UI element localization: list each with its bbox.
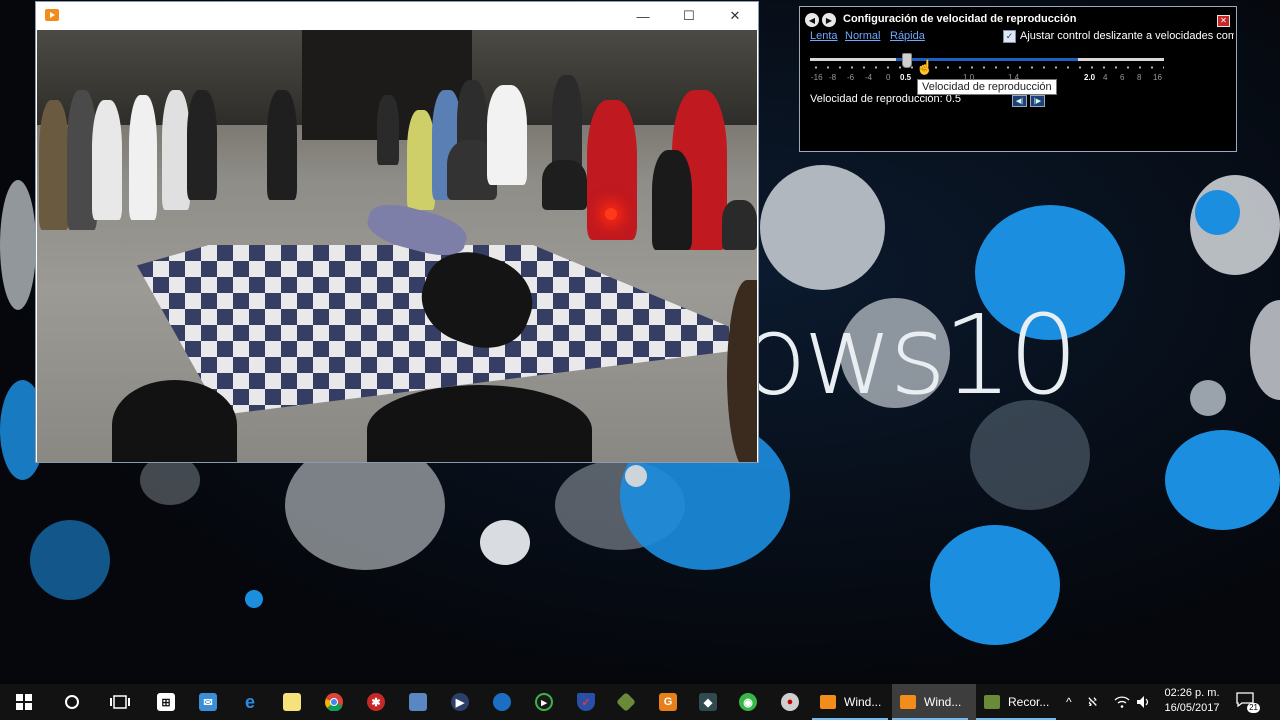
notification-count: 21 (1247, 703, 1260, 713)
system-clock[interactable]: 02:26 p. m. 16/05/2017 (1156, 686, 1228, 716)
recorder-icon (984, 695, 1000, 709)
hand-cursor-icon: ☝ (916, 59, 934, 75)
speed-dialog-close-button[interactable]: ✕ (1217, 15, 1230, 27)
paint-icon[interactable]: ● (770, 684, 810, 720)
speed-slider-dots (810, 66, 1164, 69)
maximize-button[interactable]: ☐ (666, 2, 712, 30)
speed-dialog-title: Configuración de velocidad de reproducci… (843, 13, 1077, 25)
media-player-icon (900, 695, 916, 709)
slider-tick: 16 (1153, 73, 1162, 82)
adjust-slider-label: Ajustar control deslizante a velocidades… (1020, 30, 1234, 42)
chrome-icon[interactable] (314, 684, 354, 720)
clock-time: 02:26 p. m. (1164, 687, 1220, 699)
media-player-window[interactable]: — ☐ ✕ (36, 2, 758, 462)
notes-icon[interactable] (272, 684, 312, 720)
step-back-button[interactable]: ◀| (1012, 95, 1027, 107)
slider-tick: 6 (1120, 73, 1125, 82)
volume-icon[interactable] (1136, 684, 1154, 720)
preset-slow-link[interactable]: Lenta (810, 30, 838, 42)
wifi-icon[interactable] (1114, 684, 1132, 720)
photos-icon[interactable] (398, 684, 438, 720)
video-frame[interactable] (37, 30, 757, 462)
close-button[interactable]: ✕ (712, 2, 758, 30)
camtasia-icon[interactable]: ▸ (524, 684, 564, 720)
slider-tick: -8 (829, 73, 837, 82)
store-icon[interactable]: ⊞ (146, 684, 186, 720)
clock-date: 16/05/2017 (1164, 702, 1220, 714)
adjust-slider-checkbox[interactable]: ✓ (1003, 30, 1016, 43)
globe-icon[interactable] (482, 684, 522, 720)
slider-tick: 8 (1137, 73, 1142, 82)
language-icon[interactable]: ℵ (1088, 684, 1108, 720)
task-label: Wind... (924, 695, 962, 709)
slider-tick: 0.5 (900, 73, 912, 82)
app-green-icon[interactable] (606, 684, 646, 720)
wallpaper-logo-text: ows10 (740, 291, 1079, 419)
start-icon[interactable] (4, 684, 44, 720)
playback-speed-dialog[interactable]: ◀ ▶ Configuración de velocidad de reprod… (799, 6, 1237, 152)
preset-fast-link[interactable]: Rápida (890, 30, 925, 42)
edge-icon[interactable]: e (230, 684, 270, 720)
mail-icon[interactable]: ✉ (188, 684, 228, 720)
minimize-button[interactable]: — (620, 2, 666, 30)
preset-normal-link[interactable]: Normal (845, 30, 880, 42)
notification-center-icon[interactable]: 21 (1236, 692, 1260, 713)
taskbar-window-button-active[interactable]: Wind... (892, 684, 976, 720)
app-green2-icon[interactable]: ◉ (728, 684, 768, 720)
media-player-pinned-icon[interactable]: ▶ (440, 684, 480, 720)
slider-tick: -4 (865, 73, 873, 82)
taskbar-window-button[interactable]: Wind... (812, 684, 896, 720)
taskbar: ⊞ ✉ e ✱ ▶ ▸ ✓ G ◆ ◉ ● Wind... Wind... Re… (0, 684, 1280, 720)
speed-slider-thumb[interactable] (902, 53, 912, 68)
taskbar-recorder-button[interactable]: Recor... (976, 684, 1064, 720)
forward-arrow-icon[interactable]: ▶ (822, 13, 836, 27)
shield-app-icon[interactable]: ✓ (566, 684, 606, 720)
step-forward-button[interactable]: |▶ (1030, 95, 1045, 107)
task-label: Wind... (844, 695, 882, 709)
slider-tick: 0 (886, 73, 891, 82)
cortana-icon[interactable] (52, 684, 92, 720)
slider-tick: 2.0 (1084, 73, 1096, 82)
chevron-up-icon[interactable]: ^ (1066, 684, 1082, 720)
speed-tooltip: Velocidad de reproducción (917, 79, 1057, 95)
app-dark-icon[interactable]: ◆ (688, 684, 728, 720)
slider-tick: 4 (1103, 73, 1108, 82)
speed-dialog-titlebar[interactable]: ◀ ▶ Configuración de velocidad de reprod… (800, 7, 1236, 31)
slider-tick: -16 (811, 73, 823, 82)
player-titlebar[interactable]: — ☐ ✕ (36, 2, 758, 30)
media-player-icon (45, 9, 59, 21)
task-view-icon[interactable] (100, 684, 140, 720)
office-icon[interactable]: G (648, 684, 688, 720)
slider-tick: -6 (847, 73, 855, 82)
back-arrow-icon[interactable]: ◀ (805, 13, 819, 27)
media-player-icon (820, 695, 836, 709)
app-red-icon[interactable]: ✱ (356, 684, 396, 720)
task-label: Recor... (1008, 695, 1050, 709)
